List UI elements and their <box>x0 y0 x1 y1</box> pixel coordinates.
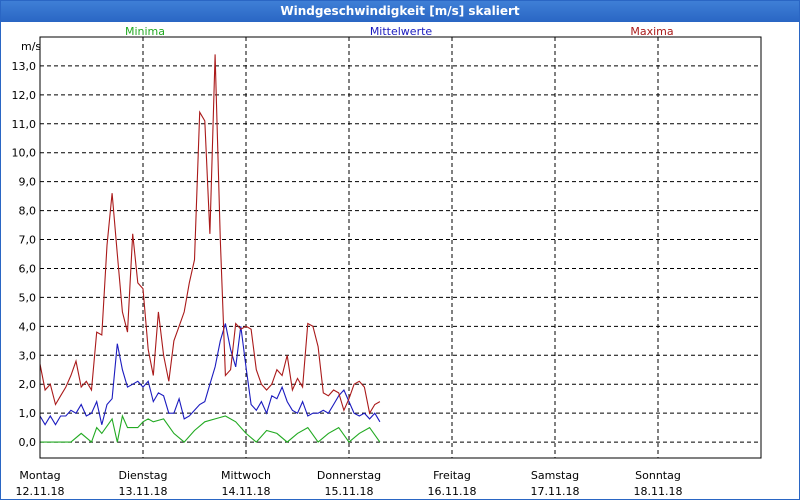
y-tick-label: 0,0 <box>19 436 37 449</box>
y-tick-label: 9,0 <box>19 176 37 189</box>
plot-frame <box>39 36 762 459</box>
day-date-label: 16.11.18 <box>428 485 477 498</box>
grid-lines <box>40 37 761 458</box>
day-name-label: Dienstag <box>118 469 167 482</box>
day-name-label: Montag <box>19 469 60 482</box>
series-line-mittelwerte <box>39 323 381 426</box>
y-tick-label: 7,0 <box>19 234 37 247</box>
day-date-label: 17.11.18 <box>531 485 580 498</box>
y-tick-label: 3,0 <box>19 349 37 362</box>
day-date-label: 13.11.18 <box>119 485 168 498</box>
day-name-label: Freitag <box>433 469 471 482</box>
y-tick-label: 2,0 <box>19 378 37 391</box>
day-date-label: 15.11.18 <box>325 485 374 498</box>
y-tick-label: 11,0 <box>12 118 37 131</box>
legend-minima: Minima <box>125 25 165 38</box>
day-date-label: 18.11.18 <box>634 485 683 498</box>
y-tick-label: 12,0 <box>12 89 37 102</box>
y-tick-label: 1,0 <box>19 407 37 420</box>
day-name-label: Mittwoch <box>221 469 271 482</box>
day-date-label: 12.11.18 <box>16 485 65 498</box>
y-tick-labels: 0,0 1,0 2,0 3,0 4,0 5,0 6,0 7,0 8,0 9,0 10,0 11,0 12… <box>12 60 37 449</box>
day-name-label: Donnerstag <box>317 469 381 482</box>
y-tick-label: 8,0 <box>19 205 37 218</box>
y-tick-label: 4,0 <box>19 320 37 333</box>
y-axis-label: m/s <box>21 40 41 53</box>
series-line-minima <box>40 414 381 444</box>
y-tick-label: 10,0 <box>12 147 37 160</box>
day-date-label: 14.11.18 <box>222 485 271 498</box>
day-name-label: Sonntag <box>635 469 681 482</box>
series-line-maxima <box>39 54 381 415</box>
y-tick-label: 5,0 <box>19 291 37 304</box>
x-tick-labels: Montag 12.11.18 Dienstag 13.11.18 Mittwoch 14… <box>16 469 683 498</box>
y-tick-label: 6,0 <box>19 262 37 275</box>
legend-maxima: Maxima <box>630 25 673 38</box>
legend: Minima Mittelwerte Maxima <box>125 25 674 38</box>
day-name-label: Samstag <box>531 469 579 482</box>
y-tick-label: 13,0 <box>12 60 37 73</box>
chart-svg: 0,0 1,0 2,0 3,0 4,0 5,0 6,0 7,0 8,0 9,0 10,0 11,0 12… <box>12 25 762 498</box>
legend-mittelwerte: Mittelwerte <box>370 25 433 38</box>
